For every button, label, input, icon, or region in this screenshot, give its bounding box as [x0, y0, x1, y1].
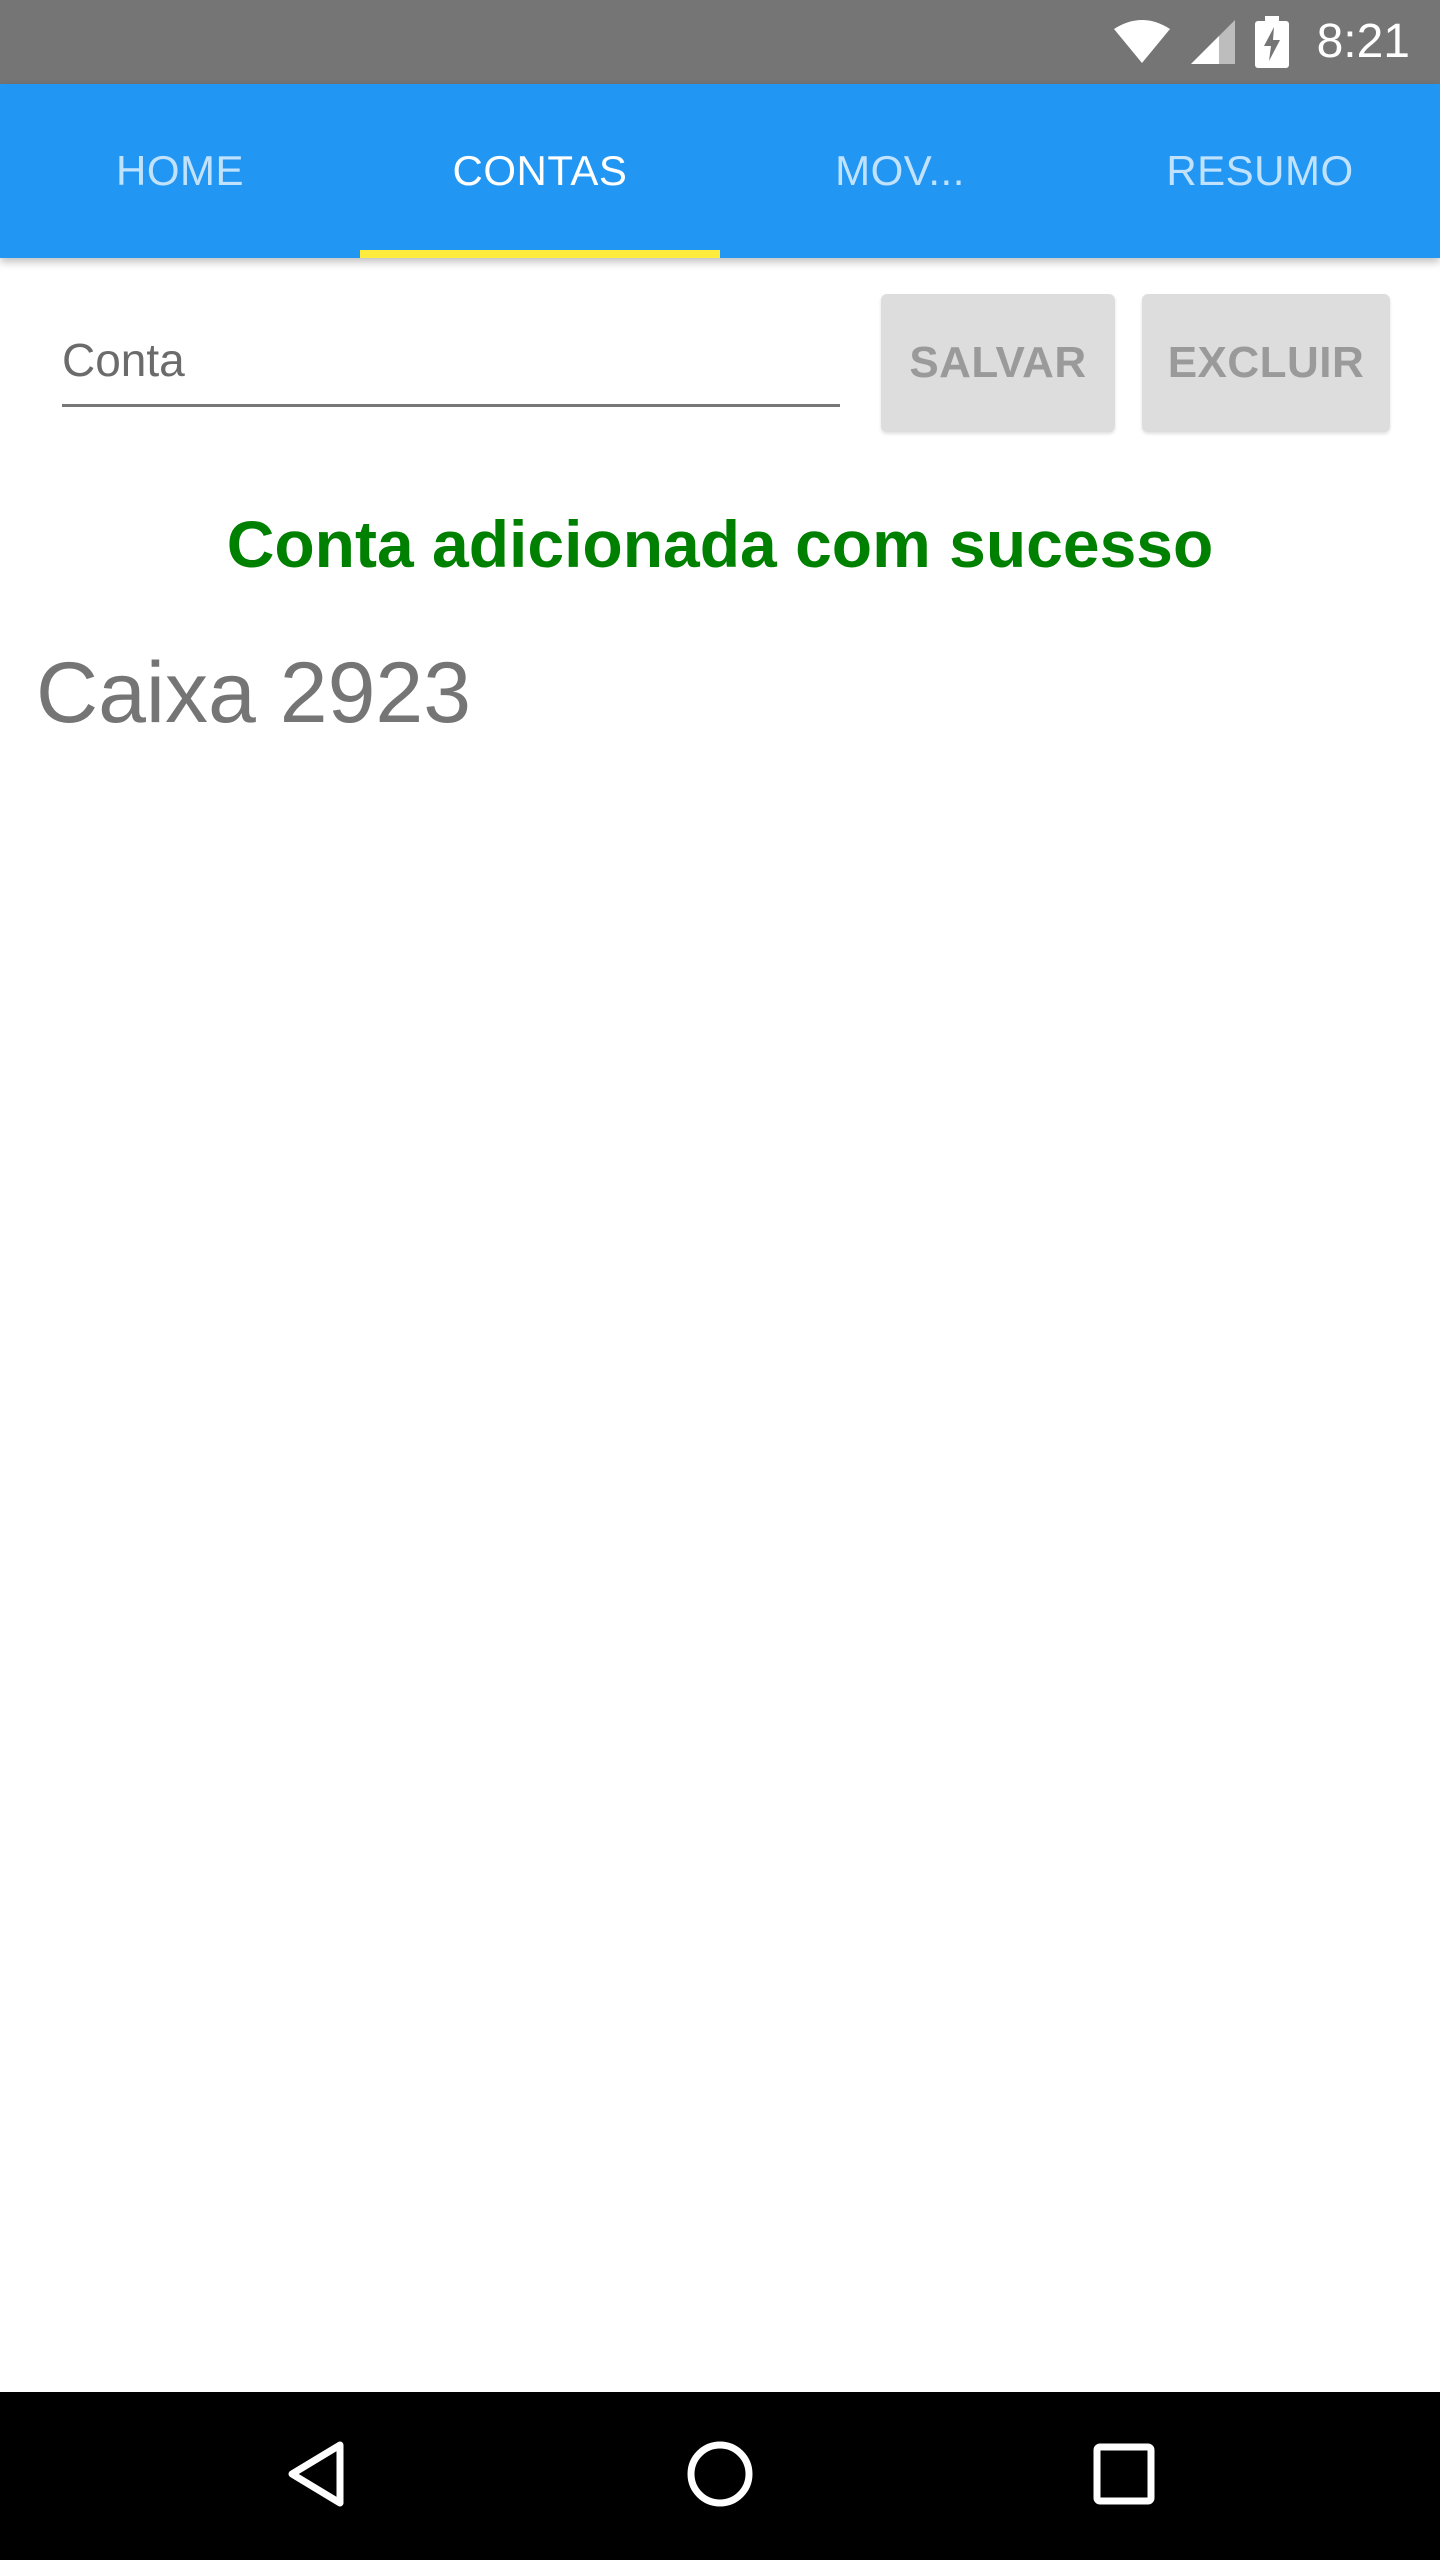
back-icon [284, 2439, 348, 2514]
tab-home[interactable]: HOME [0, 84, 360, 258]
salvar-button-label: SALVAR [909, 338, 1087, 387]
tab-resumo-label: RESUMO [1166, 147, 1354, 194]
account-list: Caixa 2923 [0, 628, 1440, 758]
app-screen: 8:21 HOME CONTAS MOV... RESUMO SALVAR E [0, 0, 1440, 2560]
excluir-button-label: EXCLUIR [1167, 338, 1365, 387]
navigation-bar [0, 2392, 1440, 2560]
home-button[interactable] [636, 2392, 804, 2560]
status-bar: 8:21 [0, 0, 1440, 84]
tab-contas[interactable]: CONTAS [360, 84, 720, 258]
back-button[interactable] [232, 2392, 400, 2560]
wifi-icon [1113, 19, 1171, 65]
recents-icon [1092, 2442, 1156, 2511]
account-list-item[interactable]: Caixa 2923 [0, 628, 1440, 758]
battery-charging-icon [1254, 16, 1289, 68]
active-tab-indicator [360, 250, 720, 258]
account-form: SALVAR EXCLUIR [0, 258, 1440, 438]
tab-resumo[interactable]: RESUMO [1080, 84, 1440, 258]
conta-field [62, 322, 840, 407]
tab-home-label: HOME [116, 147, 244, 194]
conta-input[interactable] [62, 322, 840, 398]
contas-page: SALVAR EXCLUIR Conta adicionada com suce… [0, 258, 1440, 2392]
success-message: Conta adicionada com sucesso [226, 507, 1214, 581]
signal-icon [1189, 18, 1237, 66]
home-icon [685, 2439, 755, 2514]
status-icons: 8:21 [1113, 0, 1410, 84]
excluir-button[interactable]: EXCLUIR [1142, 294, 1390, 432]
tab-movimentos-label: MOV... [835, 147, 965, 194]
recents-button[interactable] [1040, 2392, 1208, 2560]
salvar-button[interactable]: SALVAR [881, 294, 1115, 432]
status-time: 8:21 [1316, 15, 1410, 68]
tab-bar: HOME CONTAS MOV... RESUMO [0, 84, 1440, 258]
tab-movimentos[interactable]: MOV... [720, 84, 1080, 258]
tab-contas-label: CONTAS [452, 147, 628, 194]
